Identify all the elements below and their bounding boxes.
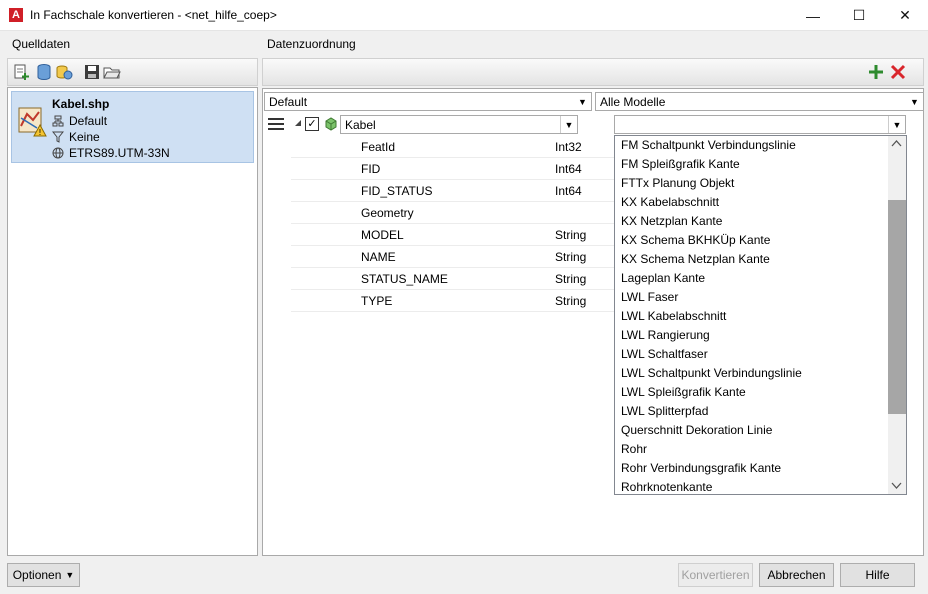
options-label: Optionen [12, 568, 62, 582]
dropdown-option[interactable]: LWL Splitterpfad [621, 402, 708, 421]
dropdown-option[interactable]: KX Schema Netzplan Kante [621, 250, 770, 269]
layer-select[interactable]: Kabel ▼ [340, 115, 578, 134]
source-toolbar [7, 58, 258, 86]
open-folder-icon[interactable] [103, 63, 121, 81]
window-title: In Fachschale konvertieren - <net_hilfe_… [30, 8, 277, 22]
field-name: NAME [361, 250, 396, 264]
dropdown-option[interactable]: Querschnitt Dekoration Linie [621, 421, 772, 440]
dropdown-option[interactable]: KX Netzplan Kante [621, 212, 722, 231]
cancel-button[interactable]: Abbrechen [759, 563, 834, 587]
target-class-dropdown[interactable]: FM Schaltpunkt Verbindungslinie FM Splei… [614, 135, 907, 495]
dropdown-option[interactable]: FTTx Planung Objekt [621, 174, 734, 193]
field-type: Int32 [555, 140, 582, 154]
source-list: ! Kabel.shp Default Keine ETRS89.UTM-33N [7, 87, 258, 556]
source-crs: ETRS89.UTM-33N [69, 146, 170, 160]
chevron-down-icon: ▼ [65, 570, 75, 580]
field-row[interactable]: TYPE String [291, 290, 621, 312]
hierarchy-icon [52, 115, 64, 127]
chevron-down-icon: ▼ [578, 96, 587, 107]
convert-button[interactable]: Konvertieren [678, 563, 753, 587]
field-row[interactable]: FID_STATUS Int64 [291, 180, 621, 202]
close-button[interactable]: ✕ [882, 0, 928, 31]
save-icon[interactable] [83, 63, 101, 81]
shapefile-icon: ! [18, 107, 47, 137]
dropdown-option[interactable]: LWL Schaltfaser [621, 345, 708, 364]
field-name: FID [361, 162, 381, 176]
field-type: String [555, 250, 587, 264]
filter-icon [52, 131, 64, 143]
field-type: String [555, 272, 587, 286]
field-row[interactable]: MODEL String [291, 224, 621, 246]
field-type: Int64 [555, 162, 582, 176]
dropdown-option[interactable]: LWL Spleißgrafik Kante [621, 383, 746, 402]
globe-icon [52, 147, 64, 159]
menu-icon[interactable] [268, 117, 284, 131]
field-name: STATUS_NAME [361, 272, 448, 286]
dropdown-option[interactable]: LWL Rangierung [621, 326, 710, 345]
layer-cube-icon [325, 117, 337, 131]
field-row[interactable]: FID Int64 [291, 158, 621, 180]
field-name: Geometry [361, 206, 414, 220]
help-button[interactable]: Hilfe [840, 563, 915, 587]
mapping-toolbar [262, 58, 924, 86]
field-row[interactable]: FeatId Int32 [291, 136, 621, 158]
profile-select-value: Default [269, 95, 308, 109]
app-logo-icon: A [9, 8, 23, 22]
scroll-down-icon[interactable] [891, 481, 902, 490]
delete-icon[interactable] [889, 63, 907, 81]
dropdown-option[interactable]: Rohr Verbindungsgrafik Kante [621, 459, 781, 478]
dropdown-option[interactable]: KX Schema BKHKÜp Kante [621, 231, 770, 250]
dropdown-option[interactable]: FM Schaltpunkt Verbindungslinie [621, 136, 796, 155]
maximize-button[interactable]: ☐ [836, 0, 882, 31]
layer-select-value: Kabel [345, 118, 376, 132]
source-item[interactable]: ! Kabel.shp Default Keine ETRS89.UTM-33N [11, 91, 254, 163]
field-type: String [555, 228, 587, 242]
options-button[interactable]: Optionen ▼ [7, 563, 80, 587]
scroll-up-icon[interactable] [891, 139, 902, 148]
dropdown-option[interactable]: Rohrknotenkante [621, 478, 712, 494]
field-name: FeatId [361, 140, 396, 154]
field-name: TYPE [361, 294, 393, 308]
source-filter-row: Keine [52, 130, 100, 144]
model-select-value: Alle Modelle [600, 95, 666, 109]
dropdown-option[interactable]: Rohr [621, 440, 647, 459]
data-mapping-label: Datenzuordnung [267, 37, 356, 51]
field-row[interactable]: Geometry [291, 202, 621, 224]
field-type: String [555, 294, 587, 308]
dropdown-option[interactable]: LWL Faser [621, 288, 678, 307]
chevron-down-icon: ▼ [910, 96, 919, 107]
source-data-label: Quelldaten [12, 37, 71, 51]
field-row[interactable]: STATUS_NAME String [291, 268, 621, 290]
source-name: Kabel.shp [52, 97, 110, 111]
profile-select[interactable]: Default ▼ [264, 92, 592, 111]
field-name: FID_STATUS [361, 184, 433, 198]
chevron-down-icon: ▼ [888, 116, 905, 133]
dropdown-option[interactable]: FM Spleißgrafik Kante [621, 155, 740, 174]
layer-checkbox[interactable]: ✓ [305, 117, 319, 131]
title-bar: A In Fachschale konvertieren - <net_hilf… [0, 0, 928, 31]
dropdown-option[interactable]: Lageplan Kante [621, 269, 705, 288]
dropdown-scroll-thumb[interactable] [888, 200, 906, 414]
database-icon[interactable] [35, 63, 53, 81]
source-filter: Keine [69, 130, 100, 144]
add-icon[interactable] [867, 63, 885, 81]
field-type: Int64 [555, 184, 582, 198]
dropdown-option[interactable]: KX Kabelabschnitt [621, 193, 719, 212]
model-select[interactable]: Alle Modelle ▼ [595, 92, 924, 111]
chevron-down-icon: ▼ [560, 116, 577, 133]
svg-text:!: ! [38, 128, 41, 137]
database-connect-icon[interactable] [55, 63, 73, 81]
source-model: Default [69, 114, 108, 128]
source-crs-row: ETRS89.UTM-33N [52, 146, 170, 160]
dropdown-option[interactable]: LWL Schaltpunkt Verbindungslinie [621, 364, 802, 383]
expand-triangle-icon[interactable] [294, 119, 302, 127]
minimize-button[interactable]: — [790, 0, 836, 31]
dropdown-option[interactable]: LWL Kabelabschnitt [621, 307, 726, 326]
field-row[interactable]: NAME String [291, 246, 621, 268]
field-name: MODEL [361, 228, 404, 242]
source-model-row: Default [52, 114, 107, 128]
add-file-icon[interactable] [13, 63, 31, 81]
target-class-select[interactable]: ▼ [614, 115, 906, 134]
